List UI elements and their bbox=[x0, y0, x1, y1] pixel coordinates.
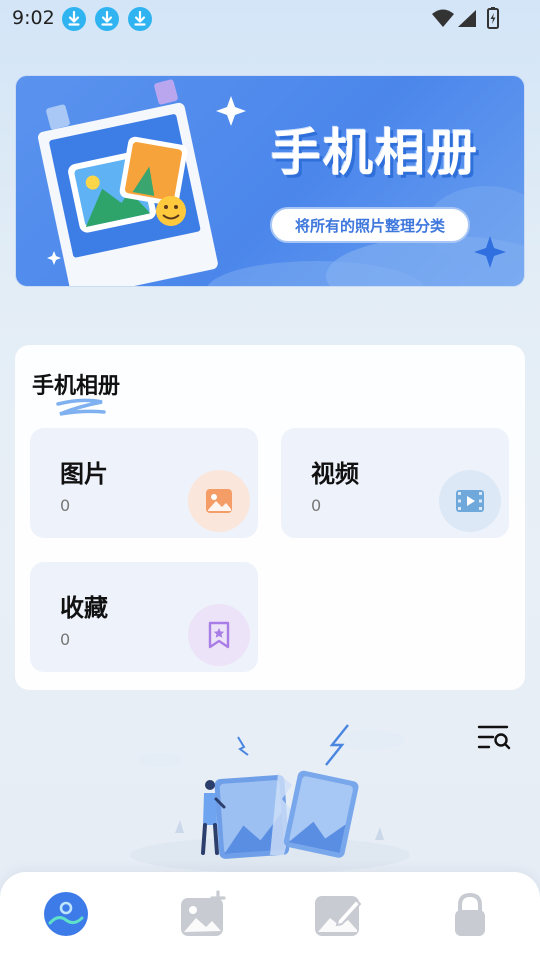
tile-label: 视频 bbox=[311, 460, 359, 488]
status-bar: 9:02 bbox=[0, 0, 540, 38]
edit-image-icon bbox=[315, 896, 362, 936]
tile-count: 0 bbox=[60, 496, 71, 515]
status-time: 9:02 bbox=[12, 7, 55, 29]
lock-icon bbox=[455, 892, 485, 936]
tile-videos[interactable]: 视频 0 bbox=[281, 428, 509, 538]
system-status-icons bbox=[432, 7, 499, 29]
cellular-signal-icon bbox=[458, 10, 476, 27]
tile-count: 0 bbox=[311, 496, 322, 515]
banner-title: 手机相册 bbox=[271, 124, 479, 182]
add-image-icon bbox=[181, 890, 226, 936]
bookmark-star-icon bbox=[188, 604, 250, 666]
tile-label: 图片 bbox=[60, 460, 108, 488]
tile-images[interactable]: 图片 0 bbox=[30, 428, 258, 538]
banner-subtitle: 将所有的照片整理分类 bbox=[270, 207, 470, 243]
bottom-navigation bbox=[0, 872, 540, 960]
list-search-icon[interactable] bbox=[477, 722, 511, 754]
nav-add-image[interactable] bbox=[178, 890, 226, 938]
video-icon bbox=[439, 470, 501, 532]
gallery-icon bbox=[44, 892, 88, 936]
image-icon bbox=[188, 470, 250, 532]
download-icon bbox=[128, 7, 152, 31]
nav-gallery[interactable] bbox=[42, 890, 90, 938]
download-icon bbox=[62, 7, 86, 31]
wifi-icon bbox=[432, 9, 454, 27]
tile-label: 收藏 bbox=[60, 594, 108, 622]
nav-lock[interactable] bbox=[446, 890, 494, 938]
tile-count: 0 bbox=[60, 630, 71, 649]
nav-edit-image[interactable] bbox=[312, 890, 362, 938]
promo-banner[interactable]: 手机相册 将所有的照片整理分类 bbox=[15, 75, 525, 287]
battery-charging-icon bbox=[487, 7, 499, 29]
empty-state-illustration bbox=[130, 724, 410, 873]
title-underline-decoration bbox=[56, 398, 106, 416]
download-icon bbox=[95, 7, 119, 31]
tile-favorites[interactable]: 收藏 0 bbox=[30, 562, 258, 672]
